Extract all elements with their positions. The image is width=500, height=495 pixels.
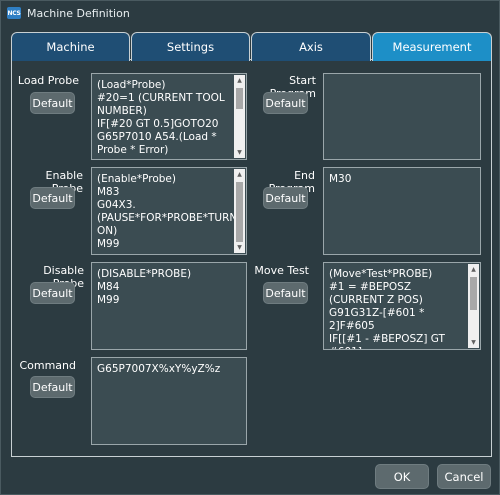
enable-probe-scrollbar[interactable]: ▲ ▼	[234, 169, 245, 253]
scroll-up-icon[interactable]: ▲	[234, 75, 245, 86]
command-label: Command	[19, 359, 76, 372]
tab-strip: Machine Settings Axis Measurement	[11, 32, 492, 61]
enable-probe-default-button[interactable]: Default	[30, 187, 75, 209]
scroll-up-icon[interactable]: ▲	[468, 264, 479, 275]
move-test-scrollbar[interactable]: ▲ ▼	[468, 264, 479, 348]
move-test-label: Move Test	[254, 264, 309, 277]
command-textbox[interactable]: G65P7007X%xY%yZ%z	[91, 357, 247, 445]
app-icon: NCS	[7, 7, 21, 19]
cancel-button[interactable]: Cancel	[437, 464, 491, 489]
end-program-default-button[interactable]: Default	[263, 187, 308, 209]
machine-definition-window: NCS Machine Definition Machine Settings …	[0, 0, 500, 495]
load-probe-label: Load Probe	[17, 74, 79, 87]
scroll-thumb[interactable]	[236, 182, 243, 242]
tab-settings[interactable]: Settings	[131, 32, 250, 61]
disable-probe-textbox[interactable]: (DISABLE*PROBE) M84 M99	[91, 262, 247, 350]
load-probe-text: (Load*Probe) #20=1 (CURRENT TOOL NUMBER)…	[97, 79, 225, 156]
end-program-textbox[interactable]: M30	[323, 167, 481, 255]
scroll-thumb[interactable]	[236, 88, 243, 109]
load-probe-textbox[interactable]: (Load*Probe) #20=1 (CURRENT TOOL NUMBER)…	[91, 73, 247, 160]
scroll-down-icon[interactable]: ▼	[234, 242, 245, 253]
scroll-down-icon[interactable]: ▼	[234, 147, 245, 158]
disable-probe-text: (DISABLE*PROBE) M84 M99	[97, 268, 192, 306]
enable-probe-text: (Enable*Probe) M83 G04X3. (PAUSE*FOR*PRO…	[97, 173, 243, 250]
move-test-default-button[interactable]: Default	[263, 282, 308, 304]
command-default-button[interactable]: Default	[30, 376, 75, 398]
load-probe-default-button[interactable]: Default	[30, 92, 75, 114]
end-program-text: M30	[329, 173, 352, 185]
title-bar: NCS Machine Definition	[1, 1, 499, 25]
scroll-thumb[interactable]	[470, 277, 477, 310]
load-probe-scrollbar[interactable]: ▲ ▼	[234, 75, 245, 158]
move-test-textbox[interactable]: (Move*Test*PROBE) #1 = #BEPOSZ (CURRENT …	[323, 262, 481, 350]
scroll-down-icon[interactable]: ▼	[468, 337, 479, 348]
disable-probe-default-button[interactable]: Default	[30, 282, 75, 304]
tab-axis[interactable]: Axis	[251, 32, 371, 61]
window-title: Machine Definition	[27, 6, 130, 20]
start-program-textbox[interactable]	[323, 73, 481, 160]
tab-measurement[interactable]: Measurement	[372, 32, 492, 61]
enable-probe-textbox[interactable]: (Enable*Probe) M83 G04X3. (PAUSE*FOR*PRO…	[91, 167, 247, 255]
scroll-up-icon[interactable]: ▲	[234, 169, 245, 180]
tab-machine[interactable]: Machine	[11, 32, 130, 61]
ok-button[interactable]: OK	[375, 464, 429, 489]
move-test-text: (Move*Test*PROBE) #1 = #BEPOSZ (CURRENT …	[329, 268, 445, 349]
start-program-default-button[interactable]: Default	[263, 92, 308, 114]
command-text: G65P7007X%xY%yZ%z	[97, 363, 221, 375]
